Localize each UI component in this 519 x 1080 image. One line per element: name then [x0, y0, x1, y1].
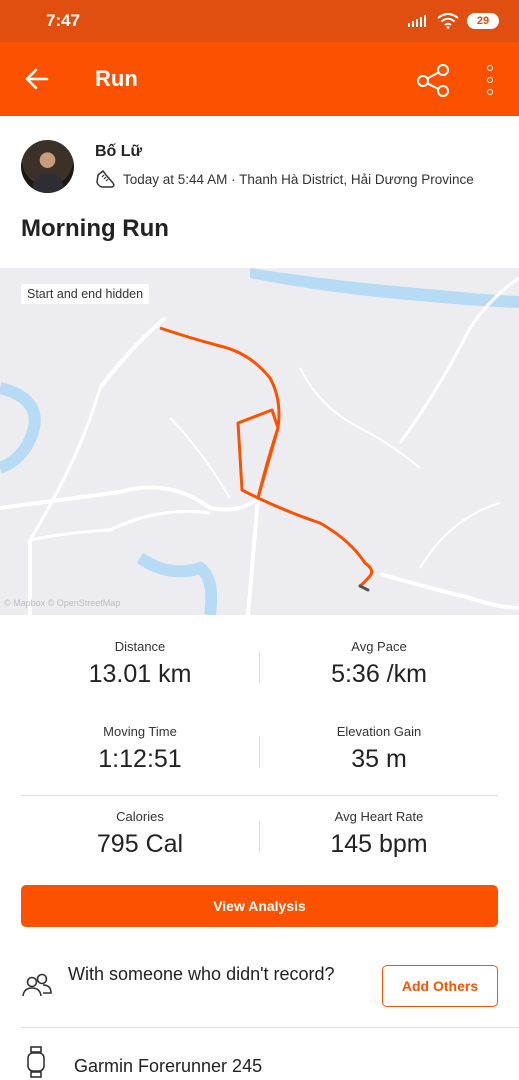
dot-icon	[487, 89, 493, 95]
activity-meta-text: Today at 5:44 AM · Thanh Hà District, Hả…	[123, 171, 474, 187]
stat-distance: Distance 13.01 km	[21, 615, 259, 689]
view-analysis-button[interactable]: View Analysis	[21, 885, 498, 927]
dot-icon	[487, 77, 493, 83]
with-others-row: With someone who didn't record? Add Othe…	[0, 945, 519, 1027]
battery-icon: 29	[467, 13, 499, 29]
app-bar: Run	[0, 42, 519, 116]
stats-row: Calories 795 Cal Avg Heart Rate 145 bpm	[21, 785, 498, 870]
stat-value: 35 m	[351, 745, 407, 773]
share-button[interactable]	[414, 62, 452, 98]
device-name: Garmin Forerunner 245	[74, 1056, 263, 1076]
stat-value: 795 Cal	[96, 830, 184, 858]
arrow-left-icon	[25, 68, 49, 90]
people-icon	[22, 973, 52, 997]
stat-avg-heart-rate: Avg Heart Rate 145 bpm	[260, 785, 498, 859]
stat-label: Avg Heart Rate	[334, 809, 424, 824]
map-canvas	[0, 268, 519, 615]
stat-label: Calories	[116, 809, 164, 824]
stats-row: Moving Time 1:12:51 Elevation Gain 35 m	[21, 700, 498, 785]
stat-calories: Calories 795 Cal	[21, 785, 259, 859]
activity-meta: Today at 5:44 AM · Thanh Hà District, Hả…	[95, 169, 474, 189]
stat-label: Elevation Gain	[336, 724, 422, 739]
stat-label: Moving Time	[103, 724, 177, 739]
map-attribution[interactable]: © Mapbox © OpenStreetMap	[4, 598, 120, 608]
add-others-button[interactable]: Add Others	[382, 965, 498, 1007]
stat-avg-pace: Avg Pace 5:36 /km	[260, 615, 498, 689]
status-icons: 29	[407, 13, 499, 29]
stat-label: Avg Pace	[351, 639, 407, 654]
signal-icon	[408, 15, 426, 27]
avatar[interactable]	[21, 140, 74, 193]
stat-moving-time: Moving Time 1:12:51	[21, 700, 259, 774]
share-icon	[417, 64, 449, 97]
route-map[interactable]: Start and end hidden © Mapbox © OpenStre…	[0, 268, 519, 615]
stats-row: Distance 13.01 km Avg Pace 5:36 /km	[21, 615, 498, 700]
watch-icon	[27, 1046, 45, 1078]
status-time: 7:47	[46, 11, 81, 30]
privacy-label: Start and end hidden	[21, 284, 150, 304]
activity-title: Morning Run	[21, 215, 169, 242]
device-row: Garmin Forerunner 245	[0, 1028, 519, 1080]
stat-value: 5:36 /km	[331, 660, 427, 688]
with-others-text: With someone who didn't record?	[68, 964, 335, 984]
athlete-name[interactable]: Bố Lữ	[95, 143, 142, 161]
stat-value: 13.01 km	[88, 660, 192, 688]
wifi-icon	[437, 13, 459, 29]
athlete-header: Bố Lữ Today at 5:44 AM · Thanh Hà Distri…	[21, 140, 501, 193]
stat-value: 145 bpm	[330, 830, 428, 858]
stat-value: 1:12:51	[98, 745, 182, 773]
stat-elevation-gain: Elevation Gain 35 m	[260, 700, 498, 774]
dot-icon	[487, 65, 493, 71]
back-button[interactable]	[22, 64, 52, 94]
page-title: Run	[95, 66, 138, 91]
shoe-icon	[96, 170, 115, 188]
stat-label: Distance	[114, 639, 166, 654]
more-options-button[interactable]	[478, 62, 502, 98]
status-bar: 7:47 29	[0, 0, 519, 42]
